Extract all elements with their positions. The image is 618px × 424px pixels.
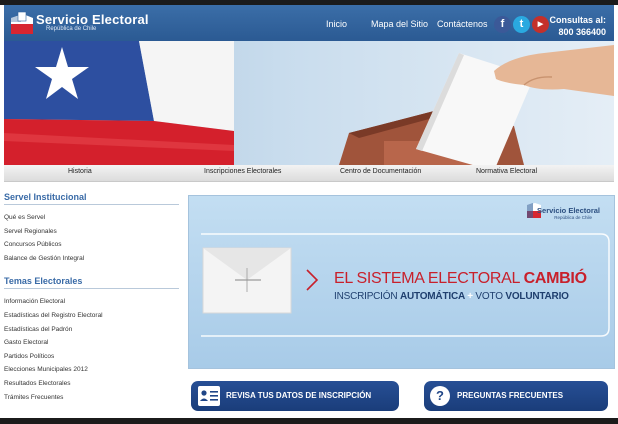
logo-title[interactable]: Servicio Electoral	[36, 12, 149, 27]
twitter-icon[interactable]: t	[513, 16, 530, 33]
promo-subheadline: INSCRIPCIÓN AUTOMÁTICA + VOTO VOLUNTARIO	[334, 291, 569, 302]
servel-logo-icon[interactable]	[9, 10, 35, 36]
sidebar-link-servel-regionales[interactable]: Servel Regionales	[4, 225, 179, 239]
contact-phone: 800 366400	[558, 27, 606, 37]
sidebar-link-tramites-frecuentes[interactable]: Trámites Frecuentes	[4, 391, 179, 405]
promo-sub-part-2: VOTO	[475, 291, 506, 302]
promo-sub-emphasis: AUTOMÁTICA	[399, 291, 465, 302]
check-registration-button[interactable]: REVISA TUS DATOS DE INSCRIPCIÓN	[191, 381, 399, 411]
sidebar-link-balance-gestion[interactable]: Balance de Gestión Integral	[4, 252, 179, 266]
promo-headline: EL SISTEMA ELECTORAL CAMBIÓ	[334, 270, 587, 288]
facebook-icon[interactable]: f	[494, 16, 511, 33]
subnav-normativa-electoral[interactable]: Normativa Electoral	[476, 168, 537, 175]
hero-banner	[4, 41, 614, 165]
promo-headline-part: EL SISTEMA ELECTORAL	[334, 270, 524, 287]
promo-banner[interactable]: Servicio Electoral República de Chile EL…	[188, 195, 615, 369]
check-registration-label: REVISA TUS DATOS DE INSCRIPCIÓN	[226, 391, 372, 400]
nav-link-mapa-del-sitio[interactable]: Mapa del Sitio	[371, 19, 428, 29]
promo-logo-title: Servicio Electoral	[537, 206, 600, 215]
nav-link-inicio[interactable]: Inicio	[326, 19, 347, 29]
secondary-nav: Historia Inscripciones Electorales Centr…	[4, 165, 614, 182]
page: Servicio Electoral República de Chile In…	[0, 0, 618, 424]
sidebar-link-gasto-electoral[interactable]: Gasto Electoral	[4, 336, 179, 350]
subnav-inscripciones-electorales[interactable]: Inscripciones Electorales	[204, 168, 281, 175]
subnav-centro-de-documentacion[interactable]: Centro de Documentación	[340, 168, 421, 175]
plus-sign: +	[464, 291, 476, 302]
sidebar-link-resultados-electorales[interactable]: Resultados Electorales	[4, 377, 179, 391]
sidebar-heading-servel-institucional: Servel Institucional	[4, 192, 179, 205]
sidebar-link-que-es-servel[interactable]: Qué es Servel	[4, 211, 179, 225]
faq-label: PREGUNTAS FRECUENTES	[457, 391, 564, 400]
sidebar-link-partidos-politicos[interactable]: Partidos Políticos	[4, 350, 179, 364]
window-frame-bottom	[0, 418, 618, 424]
id-card-icon	[198, 386, 220, 406]
logo-subtitle: República de Chile	[46, 26, 97, 32]
sidebar-link-elecciones-municipales[interactable]: Elecciones Municipales 2012	[4, 363, 179, 377]
promo-sub-part: INSCRIPCIÓN	[334, 291, 400, 302]
sidebar-link-concursos-publicos[interactable]: Concursos Públicos	[4, 238, 179, 252]
nav-link-contactenos[interactable]: Contáctenos	[437, 19, 488, 29]
contact-label: Consultas al:	[549, 15, 606, 25]
site-header: Servicio Electoral República de Chile In…	[4, 5, 614, 41]
sidebar: Servel Institucional Qué es Servel Serve…	[4, 192, 179, 404]
sidebar-heading-temas-electorales: Temas Electorales	[4, 276, 179, 290]
question-mark-icon: ?	[430, 386, 450, 406]
subnav-historia[interactable]: Historia	[68, 168, 92, 175]
faq-button[interactable]: ? PREGUNTAS FRECUENTES	[424, 381, 608, 411]
promo-sub-emphasis-2: VOLUNTARIO	[505, 291, 569, 302]
promo-headline-emphasis: CAMBIÓ	[523, 270, 587, 287]
sidebar-link-estadisticas-padron[interactable]: Estadísticas del Padrón	[4, 323, 179, 337]
sidebar-link-informacion-electoral[interactable]: Información Electoral	[4, 295, 179, 309]
youtube-icon[interactable]: ▶	[532, 16, 549, 33]
promo-logo-subtitle: República de Chile	[554, 215, 592, 220]
chile-flag-ballot-image	[4, 41, 614, 165]
sidebar-link-estadisticas-registro[interactable]: Estadísticas del Registro Electoral	[4, 309, 179, 323]
